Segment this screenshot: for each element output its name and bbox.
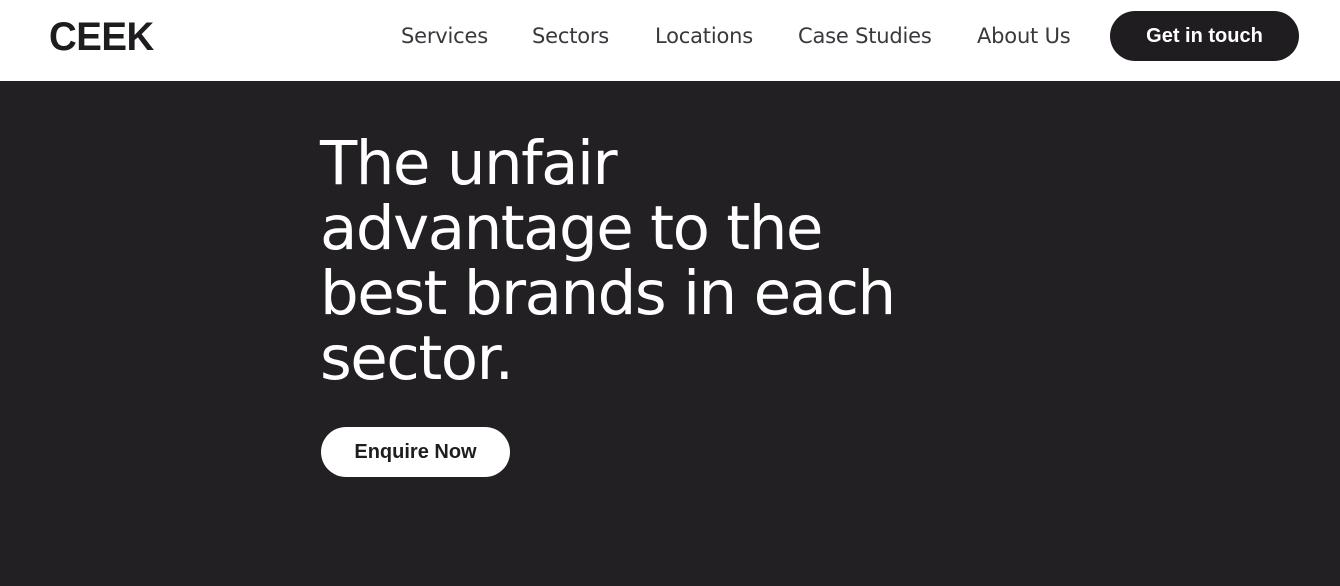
nav-link-services[interactable]: Services: [401, 22, 488, 50]
ceek-logo[interactable]: CEEK: [49, 14, 154, 60]
hero-headline: The unfair advantage to the best brands …: [320, 131, 960, 391]
hero-headline-line: The unfair: [320, 128, 618, 199]
nav-link-locations[interactable]: Locations: [655, 22, 753, 50]
hero-headline-line: best brands in each: [320, 258, 896, 329]
nav-link-sectors[interactable]: Sectors: [532, 22, 609, 50]
hero-headline-line: sector.: [320, 323, 514, 394]
nav-link-case-studies[interactable]: Case Studies: [798, 22, 932, 50]
nav-link-about-us[interactable]: About Us: [977, 22, 1071, 50]
hero-section: The unfair advantage to the best brands …: [0, 81, 1340, 586]
hero-headline-line: advantage to the: [320, 193, 823, 264]
enquire-now-button[interactable]: Enquire Now: [321, 427, 510, 477]
get-in-touch-button[interactable]: Get in touch: [1110, 11, 1299, 61]
site-header: CEEK Services Sectors Locations Case Stu…: [0, 0, 1340, 81]
